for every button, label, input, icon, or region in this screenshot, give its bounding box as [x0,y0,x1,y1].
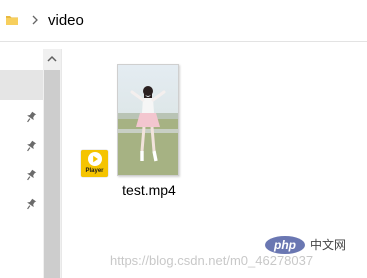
php-site-name: 中文网 [310,238,347,252]
pin-icon[interactable] [24,168,38,182]
address-bar[interactable]: video [0,0,367,42]
scrollbar-thumb[interactable] [44,70,60,278]
navigation-pane [0,43,43,278]
folder-icon [6,16,18,25]
file-item[interactable] [104,58,194,200]
player-badge: Player [81,150,108,177]
pane-divider [61,49,62,278]
chevron-up-icon [47,55,57,62]
nav-item-selected[interactable] [0,70,43,100]
play-icon [88,152,102,166]
pin-icon[interactable] [24,139,38,153]
watermark-url: https://blog.csdn.net/m0_46278037 [110,253,314,268]
navigation-scrollbar[interactable] [43,49,61,278]
breadcrumb-current-folder[interactable]: video [48,11,84,31]
pin-icon[interactable] [24,110,38,124]
player-badge-label: Player [85,168,104,174]
scroll-up-button[interactable] [43,49,61,69]
video-thumbnail [117,64,179,176]
chevron-right-icon[interactable] [30,12,40,28]
pin-icon[interactable] [24,197,38,211]
file-name-label[interactable]: test.mp4 [104,181,194,199]
php-logo: php [265,236,305,254]
